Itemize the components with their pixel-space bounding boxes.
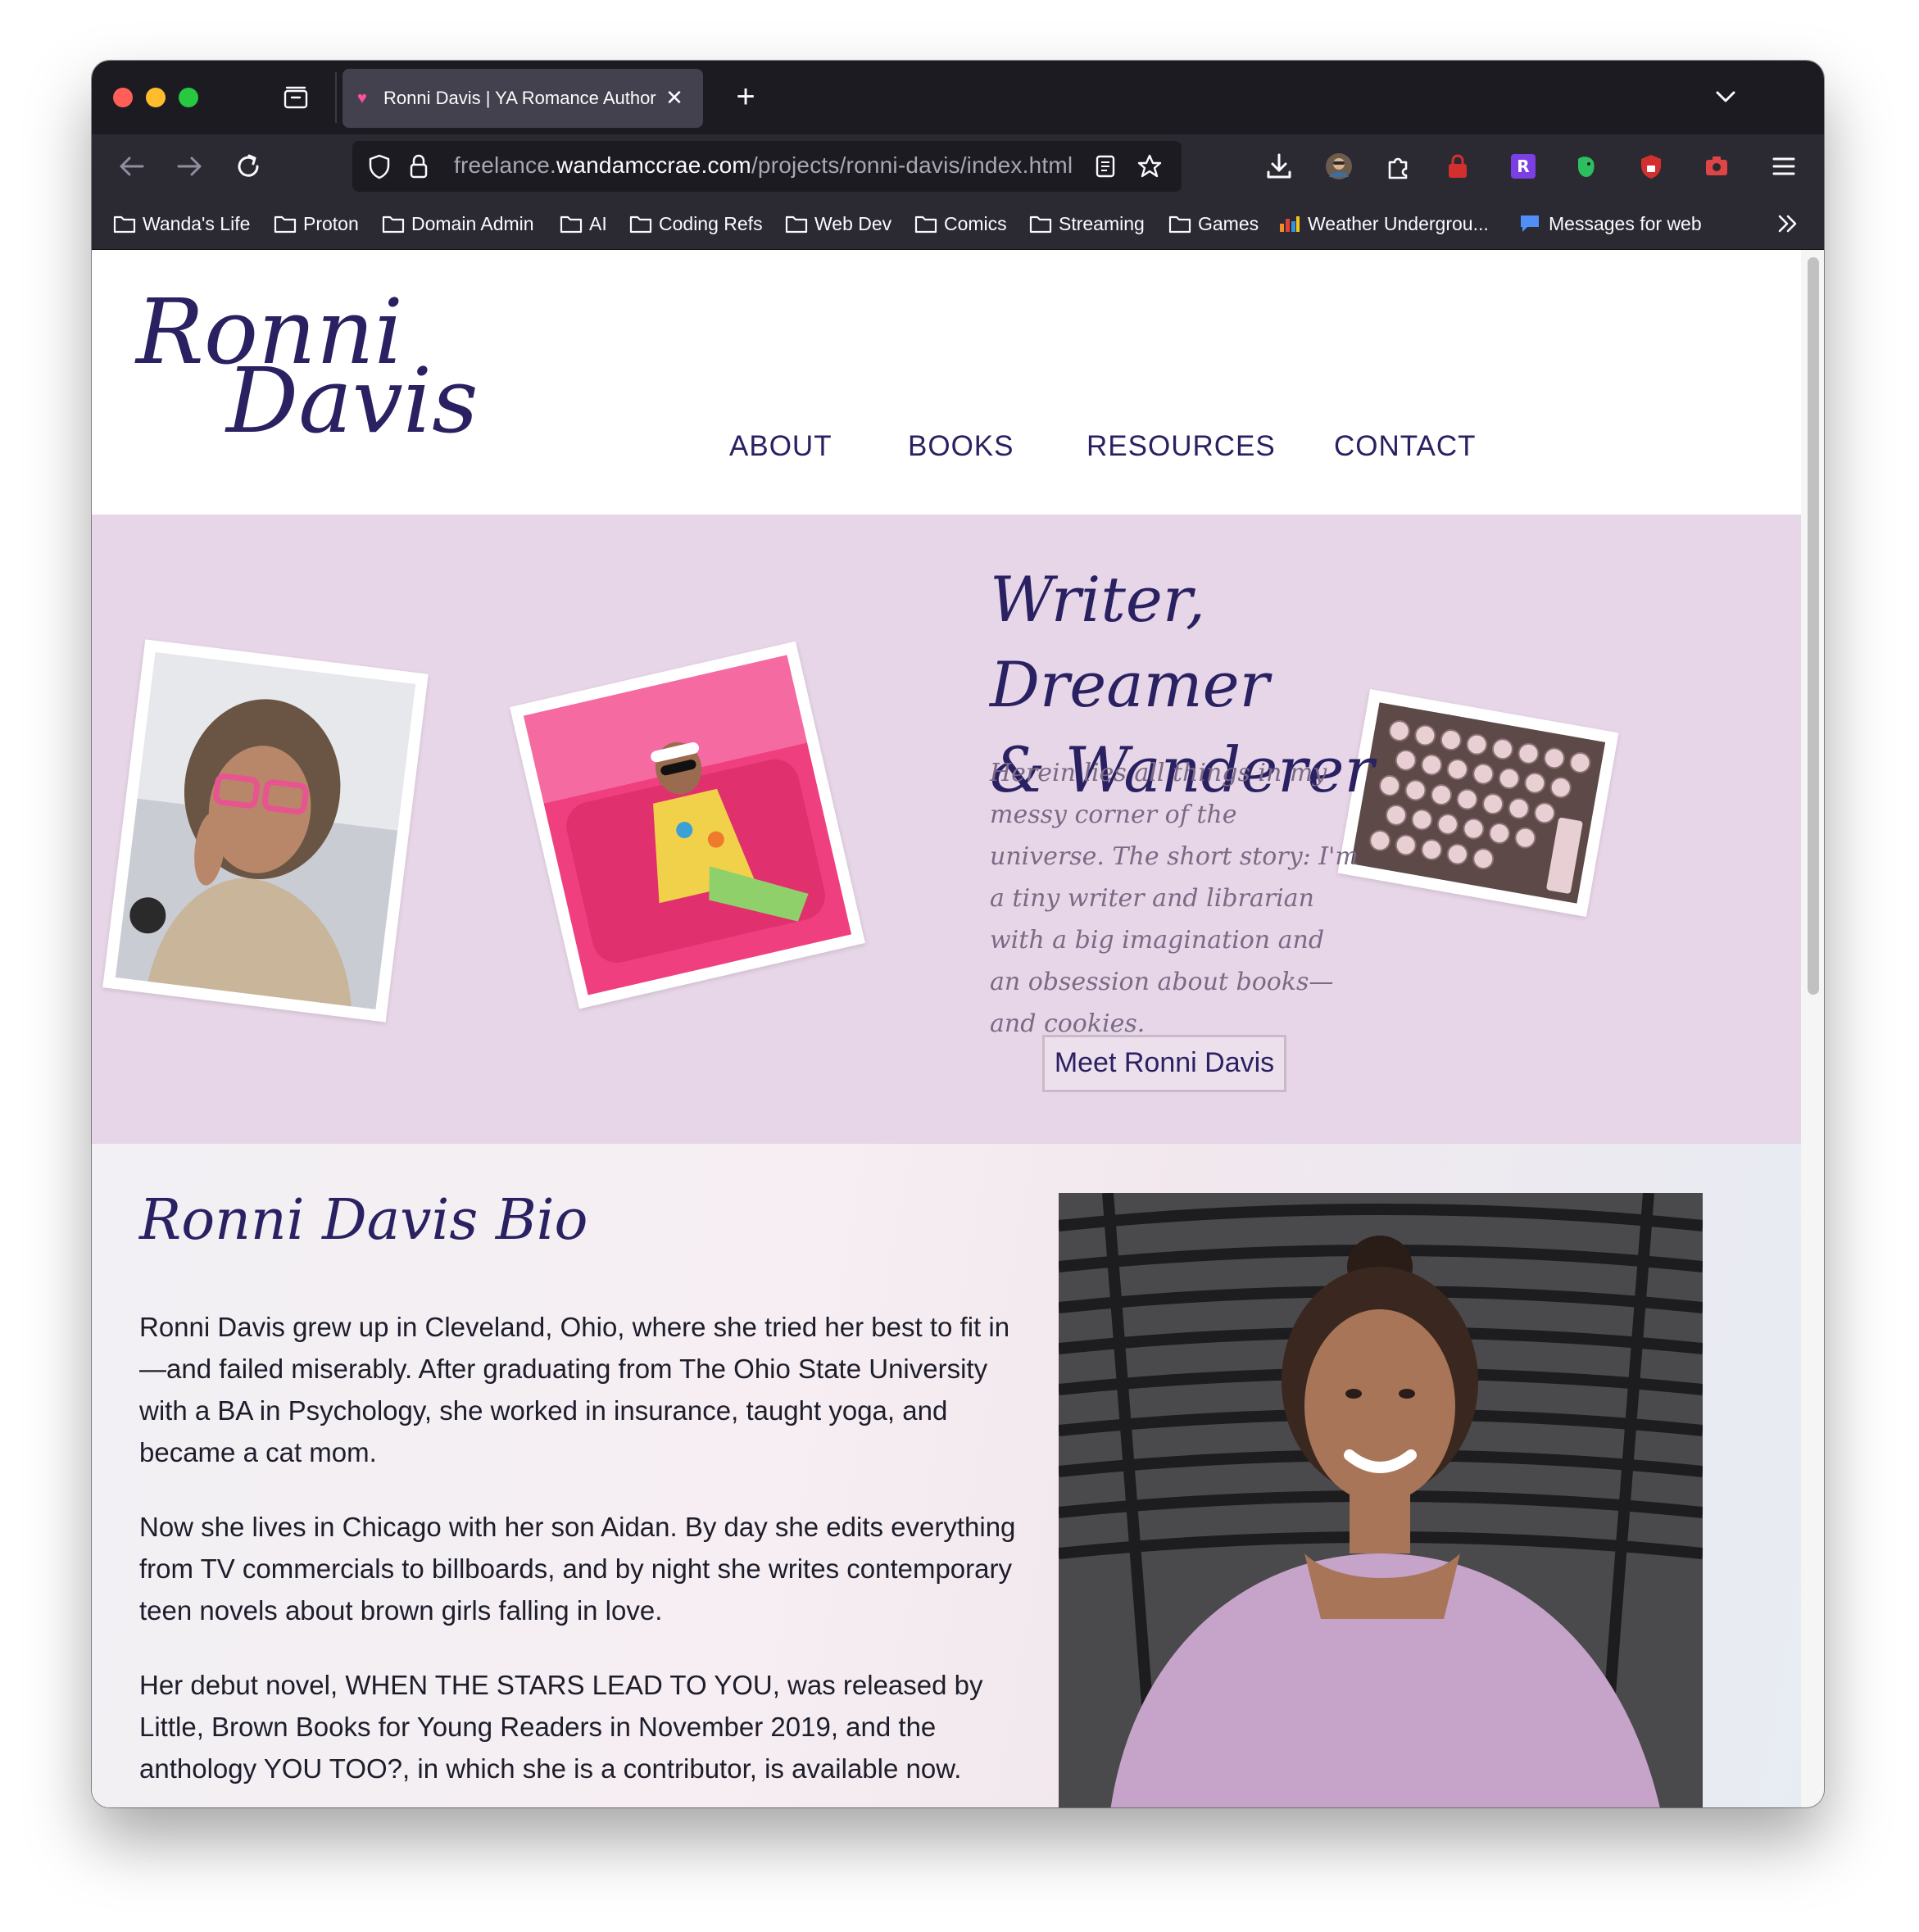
author-bio-photo [1059, 1193, 1703, 1807]
nav-contact[interactable]: CONTACT [1334, 430, 1477, 463]
bio-section: Ronni Davis Bio Ronni Davis grew up in C… [92, 1144, 1801, 1807]
bookmark-label: Proton [303, 212, 359, 234]
folder-icon [914, 215, 937, 234]
bookmark-label: Streaming [1059, 212, 1145, 234]
url-path: /projects/ronni-davis/index.html [751, 152, 1073, 178]
bookmark-streaming[interactable]: Streaming [1029, 210, 1145, 238]
close-window-button[interactable] [113, 88, 133, 107]
back-arrow-icon[interactable] [115, 149, 149, 184]
folder-icon [113, 215, 136, 234]
bio-body: Ronni Davis grew up in Cleveland, Ohio, … [139, 1306, 1024, 1807]
bookmark-coding-refs[interactable]: Coding Refs [629, 210, 763, 238]
zoom-window-button[interactable] [179, 88, 198, 107]
bio-paragraph: Her debut novel, WHEN THE STARS LEAD TO … [139, 1670, 983, 1784]
new-tab-button[interactable]: + [729, 80, 762, 113]
bookmark-label: Messages for web [1549, 212, 1702, 234]
bookmark-domain-admin[interactable]: Domain Admin [382, 210, 534, 238]
lock-icon[interactable] [405, 152, 433, 180]
bio-paragraph: Now she lives in Chicago with her son Ai… [139, 1512, 1016, 1626]
folder-icon [785, 215, 808, 234]
bookmark-label: Comics [944, 212, 1007, 234]
folder-icon [560, 215, 583, 234]
bookmark-web-dev[interactable]: Web Dev [785, 210, 891, 238]
weather-underground-icon [1280, 216, 1300, 232]
bookmark-star-icon[interactable] [1136, 152, 1164, 180]
polaroid-photo-pink-sofa [510, 641, 865, 1009]
scrollbar-thumb[interactable] [1808, 257, 1819, 995]
author-portrait [1059, 1193, 1703, 1807]
bookmark-games[interactable]: Games [1168, 210, 1259, 238]
portrait-photo [115, 651, 416, 1010]
url-prefix: freelance. [454, 152, 556, 178]
polaroid-photo-glasses [102, 639, 429, 1023]
hamburger-menu-icon[interactable] [1768, 151, 1799, 182]
forward-arrow-icon[interactable] [172, 149, 206, 184]
bio-title: Ronni Davis Bio [139, 1188, 588, 1253]
bookmark-label: Weather Undergrou... [1308, 212, 1489, 234]
bookmarks-toolbar: Wanda's Life Proton Domain Admin AI Codi… [92, 198, 1824, 250]
nav-resources[interactable]: RESOURCES [1087, 430, 1276, 463]
bookmark-messages-for-web[interactable]: Messages for web [1518, 210, 1702, 238]
close-icon[interactable]: ✕ [662, 85, 687, 110]
bookmark-label: Coding Refs [659, 212, 763, 234]
address-bar[interactable]: freelance.wandamccrae.com/projects/ronni… [352, 141, 1182, 192]
extensions-icon[interactable] [1383, 151, 1414, 182]
download-icon[interactable] [1263, 151, 1295, 182]
tab-active[interactable]: ♥ Ronni Davis | YA Romance Author ✕ [343, 69, 703, 128]
site-logo[interactable]: Ronni Davis [128, 283, 479, 463]
evernote-icon[interactable] [1572, 152, 1599, 180]
r-extension-icon[interactable]: R [1509, 152, 1537, 180]
bookmark-wandas-life[interactable]: Wanda's Life [113, 210, 250, 238]
bio-paragraph: Ronni Davis grew up in Cleveland, Ohio, … [139, 1312, 1010, 1467]
tab-title: Ronni Davis | YA Romance Author [383, 88, 656, 108]
heart-icon: ♥ [357, 88, 367, 107]
hero-section: Writer, Dreamer & Wanderer Herein lies a… [92, 515, 1801, 1144]
folder-icon [629, 215, 652, 234]
chevron-double-right-icon[interactable] [1773, 210, 1801, 238]
tab-strip: ♥ Ronni Davis | YA Romance Author ✕ + [92, 61, 1824, 134]
bookmark-proton[interactable]: Proton [274, 210, 359, 238]
bookmark-ai[interactable]: AI [560, 210, 607, 238]
pink-sofa-photo [523, 655, 852, 995]
reload-icon[interactable] [231, 149, 265, 184]
bookmark-label: Domain Admin [411, 212, 534, 234]
url-domain: wandamccrae.com [556, 152, 751, 178]
firefox-view-icon[interactable] [282, 84, 310, 111]
password-manager-icon[interactable] [1444, 152, 1472, 180]
minimize-window-button[interactable] [146, 88, 166, 107]
site-header: Ronni Davis ABOUT BOOKS RESOURCES CONTAC… [92, 250, 1801, 515]
meet-ronni-davis-button[interactable]: Meet Ronni Davis [1042, 1035, 1286, 1092]
url-text[interactable]: freelance.wandamccrae.com/projects/ronni… [454, 152, 1073, 179]
svg-text:R: R [1517, 156, 1529, 176]
bookmark-label: AI [589, 212, 607, 234]
bookmark-label: Web Dev [814, 212, 892, 234]
account-avatar-icon[interactable] [1323, 151, 1354, 182]
hero-description: Herein lies all things in my messy corne… [990, 759, 1359, 1038]
browser-window: ♥ Ronni Davis | YA Romance Author ✕ + fr… [92, 61, 1824, 1807]
logo-line-2: Davis [226, 348, 479, 453]
folder-icon [382, 215, 405, 234]
bookmark-label: Games [1198, 212, 1259, 234]
chevron-down-icon[interactable] [1709, 80, 1742, 113]
bookmark-label: Wanda's Life [143, 212, 251, 234]
tab-divider [335, 72, 337, 123]
page-viewport: Ronni Davis ABOUT BOOKS RESOURCES CONTAC… [92, 250, 1801, 1807]
folder-icon [274, 215, 297, 234]
ublock-shield-icon[interactable] [1637, 152, 1665, 180]
reader-view-icon[interactable] [1091, 152, 1119, 180]
nav-about[interactable]: ABOUT [729, 430, 832, 463]
nav-books[interactable]: BOOKS [908, 430, 1014, 463]
screenshot-camera-icon[interactable] [1703, 152, 1731, 180]
folder-icon [1029, 215, 1052, 234]
hero-title-line-1: Writer, Dreamer [990, 563, 1269, 721]
shield-icon[interactable] [365, 152, 393, 180]
messages-icon [1521, 215, 1539, 232]
folder-icon [1168, 215, 1191, 234]
navigation-toolbar: freelance.wandamccrae.com/projects/ronni… [92, 134, 1824, 198]
bookmark-weather-underground[interactable]: Weather Undergrou... [1278, 210, 1489, 238]
bookmark-comics[interactable]: Comics [914, 210, 1007, 238]
